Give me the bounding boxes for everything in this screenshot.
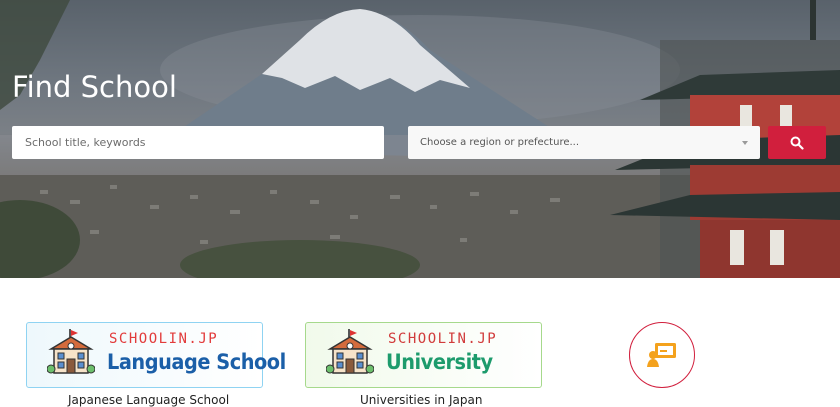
online-lesson-icon <box>647 343 676 367</box>
language-school-caption[interactable]: Japanese Language School <box>68 393 229 407</box>
region-select-value: Choose a region or prefecture... <box>420 137 580 148</box>
card-brand: SCHOOLIN.JP <box>109 331 219 347</box>
search-input[interactable] <box>12 126 384 159</box>
card-title: University <box>386 350 493 374</box>
hero-banner: Find School Choose a region or prefectur… <box>0 0 840 278</box>
online-lesson-link[interactable] <box>629 322 695 388</box>
search-icon <box>790 136 804 150</box>
page-title: Find School <box>12 70 177 104</box>
card-title: Language School <box>107 350 286 374</box>
language-school-card[interactable]: SCHOOLIN.JP Language School <box>26 322 286 388</box>
university-card[interactable]: SCHOOLIN.JP University <box>305 322 542 388</box>
school-building-icon <box>326 329 374 374</box>
university-caption[interactable]: Universities in Japan <box>360 393 482 407</box>
school-building-icon <box>47 329 95 374</box>
region-select[interactable]: Choose a region or prefecture... <box>408 126 760 159</box>
chevron-down-icon <box>742 140 748 145</box>
card-brand: SCHOOLIN.JP <box>388 331 498 347</box>
search-button[interactable] <box>768 126 826 159</box>
